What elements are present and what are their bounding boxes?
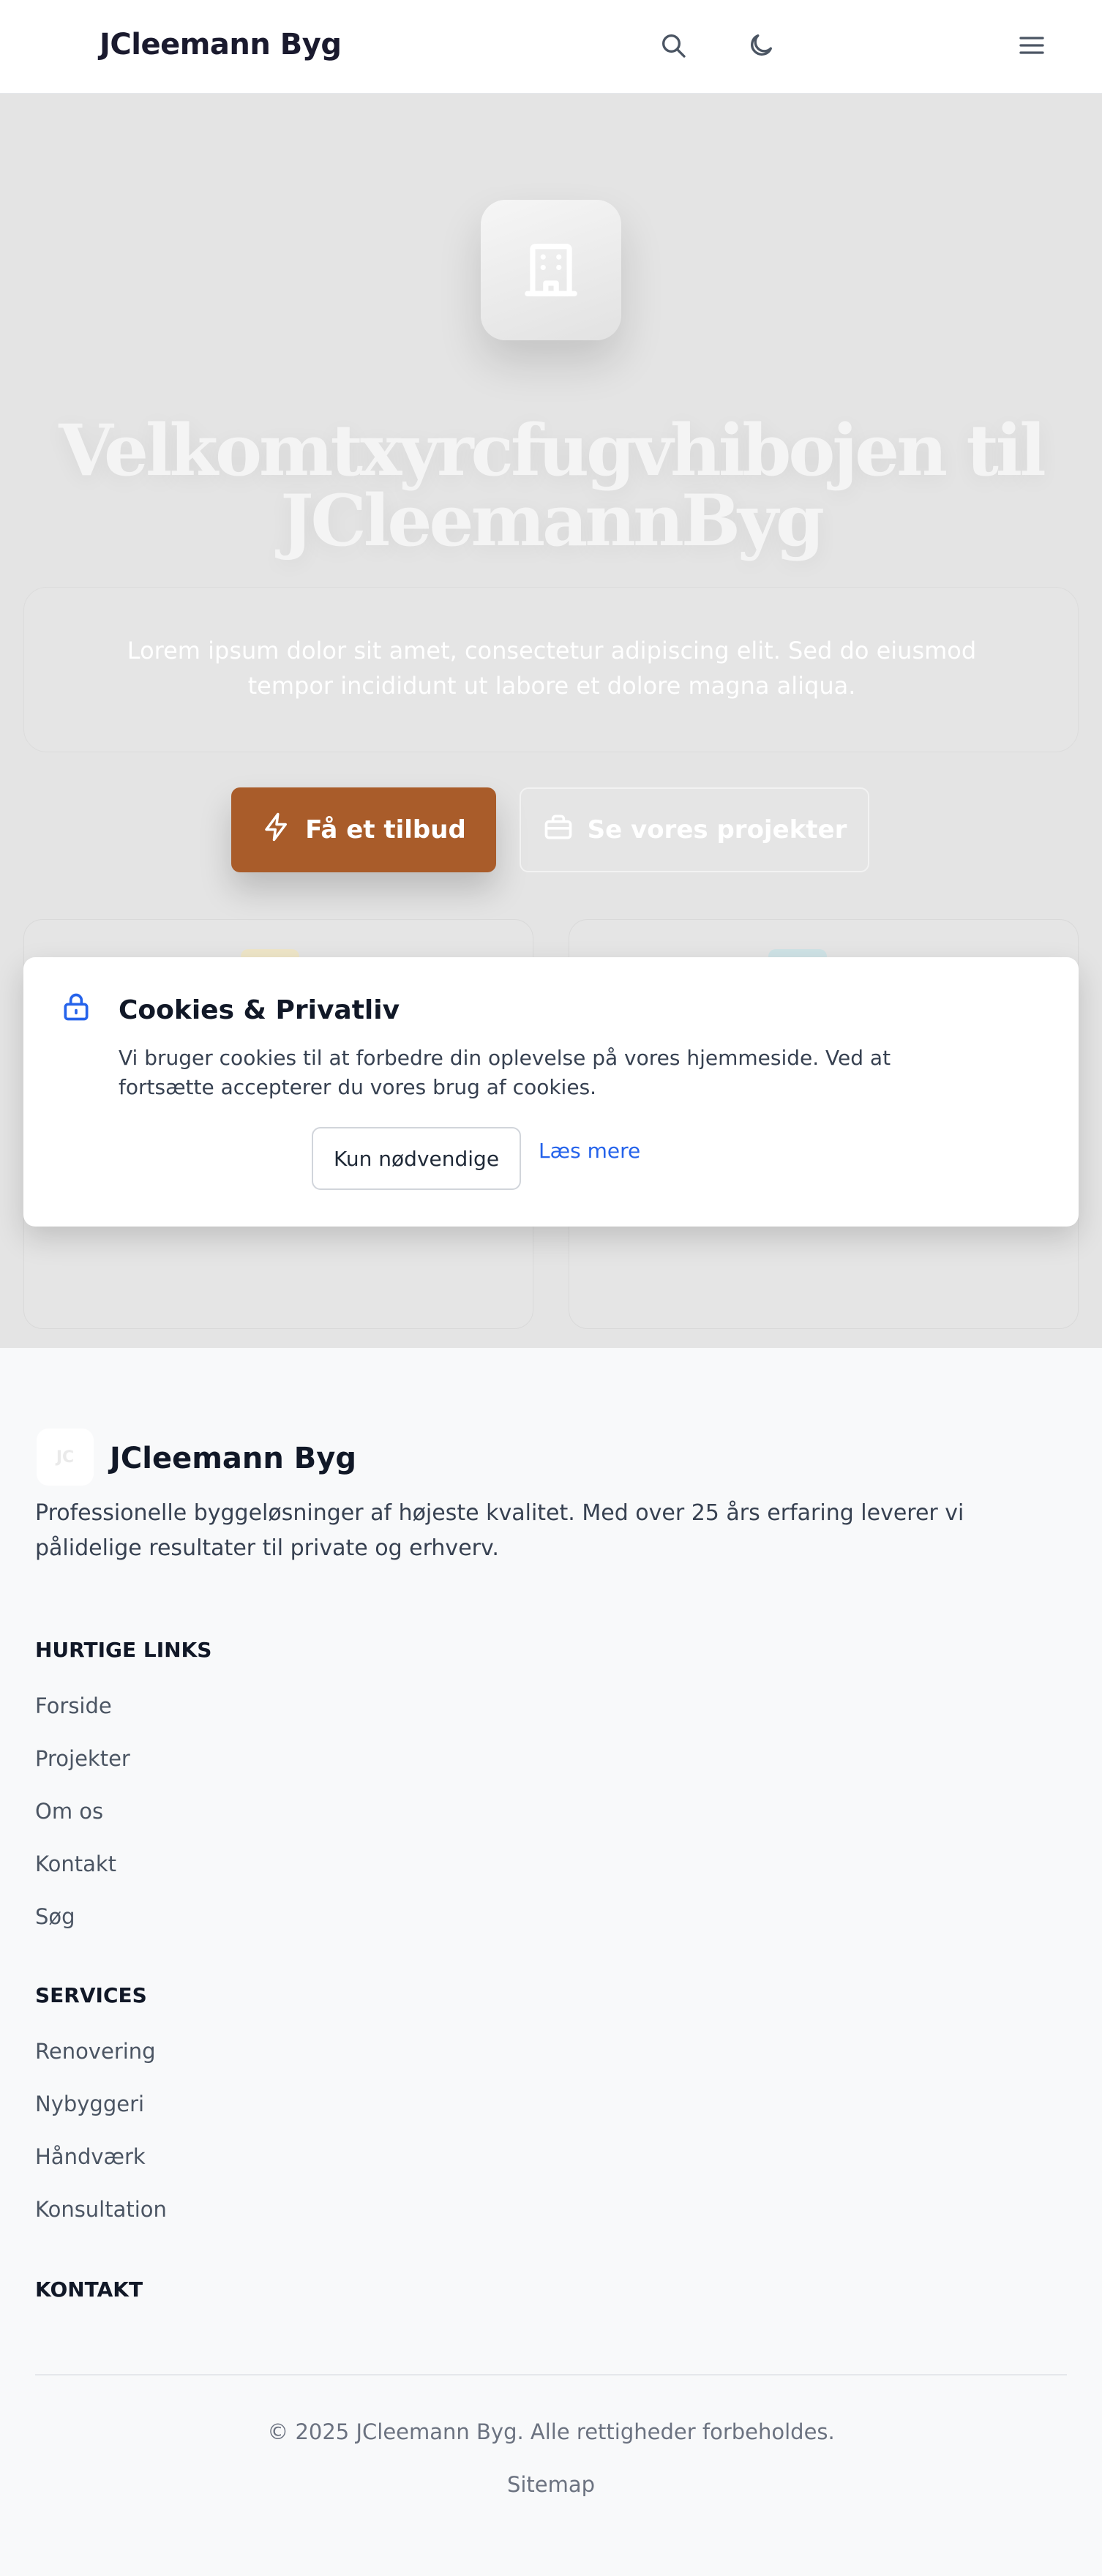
footer-link-kontakt[interactable]: Kontakt [35, 1852, 116, 1876]
sitemap-link[interactable]: Sitemap [507, 2472, 595, 2497]
footer-link-forside[interactable]: Forside [35, 1693, 112, 1718]
get-quote-label: Få et tilbud [305, 815, 466, 845]
header-brand[interactable]: JCleemann Byg [100, 28, 342, 61]
briefcase-icon [542, 811, 574, 850]
search-icon[interactable] [657, 29, 689, 61]
cookie-title: Cookies & Privatliv [119, 995, 400, 1025]
hero-subtitle: Lorem ipsum dolor sit amet, consectetur … [127, 637, 977, 700]
copyright-text: © 2025 JCleemann Byg. Alle rettigheder f… [267, 2419, 835, 2444]
footer-link-sog[interactable]: Søg [35, 1904, 75, 1929]
cookie-text: Vi bruger cookies til at forbedre din op… [119, 1046, 891, 1099]
read-more-link[interactable]: Læs mere [539, 1139, 640, 1163]
contact-heading: KONTAKT [35, 2277, 143, 2302]
moon-icon[interactable] [745, 29, 777, 61]
get-quote-button[interactable]: Få et tilbud [231, 787, 496, 872]
quick-links-heading: HURTIGE LINKS [35, 1638, 212, 1662]
cookie-banner: Cookies & Privatliv Vi bruger cookies ti… [23, 957, 1079, 1227]
footer-brand: JCleemann Byg [110, 1442, 356, 1475]
services-heading: SERVICES [35, 1983, 147, 2007]
bolt-icon [261, 812, 292, 849]
footer-link-projekter[interactable]: Projekter [35, 1746, 130, 1771]
building-icon [481, 200, 621, 340]
footer-description: Professionelle byggeløsninger af højeste… [35, 1500, 964, 1561]
footer-logo: JC [37, 1429, 94, 1486]
view-projects-button[interactable]: Se vores projekter [520, 787, 869, 872]
site-footer: JC JCleemann Byg Professionelle byggeløs… [0, 1348, 1102, 2576]
footer-link-konsultation[interactable]: Konsultation [35, 2197, 167, 2222]
lock-icon [60, 991, 92, 1023]
necessary-only-button[interactable]: Kun nødvendige [312, 1127, 521, 1190]
footer-link-nybyggeri[interactable]: Nybyggeri [35, 2092, 144, 2116]
footer-link-renovering[interactable]: Renovering [35, 2039, 156, 2064]
menu-icon[interactable] [1016, 29, 1048, 61]
footer-link-om-os[interactable]: Om os [35, 1799, 103, 1824]
site-header: JCleemann Byg [0, 0, 1102, 94]
hero-title: Velkomtxyrcfugvhibojen til JCleemannByg [59, 409, 1046, 562]
hero-subtitle-box: Lorem ipsum dolor sit amet, consectetur … [23, 587, 1079, 752]
sitemap-row: Sitemap [0, 2472, 1102, 2497]
footer-link-haandvaerk[interactable]: Håndværk [35, 2144, 146, 2169]
hero-section: Velkomtxyrcfugvhibojen til JCleemannByg … [0, 94, 1102, 1348]
footer-divider [35, 2374, 1067, 2375]
view-projects-label: Se vores projekter [587, 815, 847, 845]
